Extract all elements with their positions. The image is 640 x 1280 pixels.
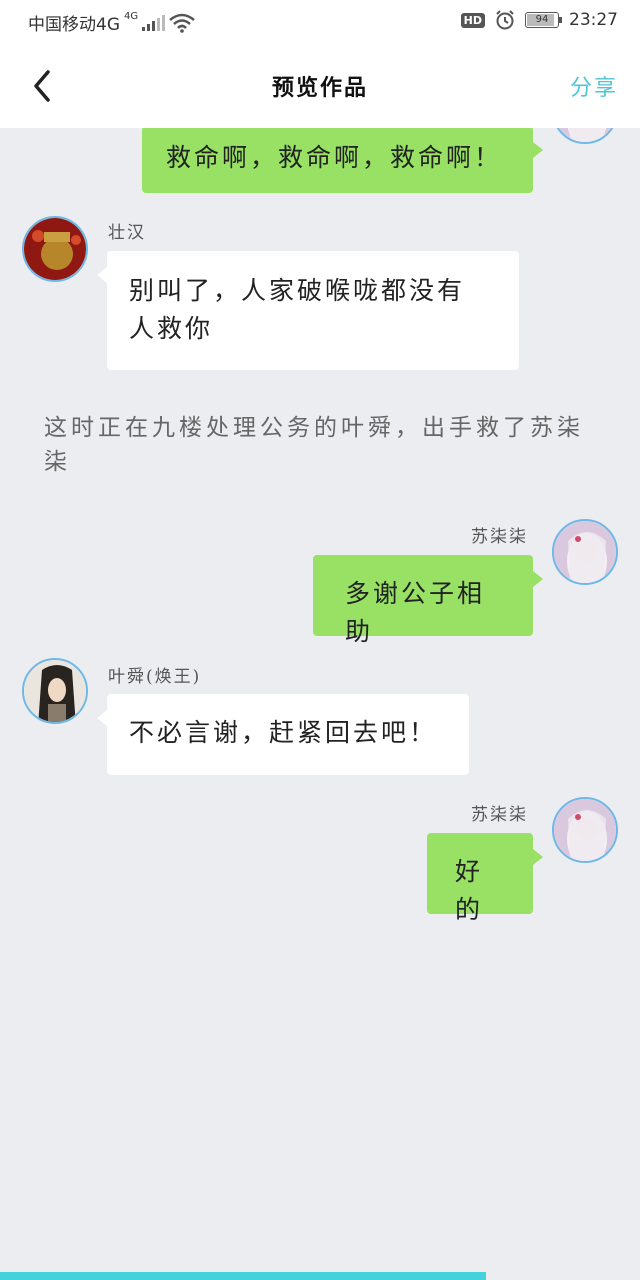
avatar-ye-shun[interactable] — [22, 658, 88, 724]
message-text: 不必言谢，赶紧回去吧！ — [129, 718, 438, 747]
status-bar: 中国移动4G 4G HD 94 23:27 — [0, 0, 640, 44]
playback-progress[interactable] — [0, 1272, 640, 1280]
avatar-su-qiqi[interactable] — [552, 797, 618, 863]
page-title: 预览作品 — [271, 76, 368, 101]
message-text-line: 别叫了，人家破喉咙都没有 — [129, 276, 466, 305]
message-bubble: 多谢公子相助 — [313, 555, 543, 646]
progress-fill — [0, 1272, 487, 1280]
message-text: 多谢公子相助 — [345, 579, 486, 646]
message-text-line: 人救你 — [129, 314, 214, 343]
message-bubble: 不必言谢，赶紧回去吧！ — [97, 694, 469, 775]
status-left: 中国移动4G 4G — [28, 10, 195, 35]
narration-line: 这时正在九楼处理公务的叶舜，出手救了苏柒 — [44, 415, 584, 441]
chat-content[interactable]: 救命啊，救命啊，救命啊！ 壮汉 别叫了，人家破喉咙都没有 人救你 这时正在九楼处… — [0, 128, 640, 1272]
battery-level: 94 — [535, 14, 549, 25]
battery-icon: 94 — [525, 12, 562, 28]
sender-name: 苏柒柒 — [471, 527, 528, 547]
narration-line: 柒 — [44, 449, 71, 475]
avatar-su-qiqi[interactable] — [552, 519, 618, 585]
signal-icon — [142, 14, 166, 31]
narration-text: 这时正在九楼处理公务的叶舜，出手救了苏柒 柒 — [44, 411, 604, 479]
sender-name: 叶舜(焕王) — [108, 667, 202, 687]
carrier-label: 中国移动4G — [28, 15, 120, 35]
share-button[interactable]: 分享 — [570, 70, 618, 102]
message-bubble: 别叫了，人家破喉咙都没有 人救你 — [97, 251, 519, 370]
network-type: 4G — [124, 11, 139, 22]
avatar-su-qiqi[interactable] — [552, 128, 618, 144]
sender-name: 壮汉 — [108, 223, 146, 243]
clock: 23:27 — [569, 10, 618, 30]
avatar-zhuanghan[interactable] — [22, 216, 88, 282]
sender-name: 苏柒柒 — [471, 805, 528, 825]
status-right: HD 94 23:27 — [460, 10, 618, 30]
message-bubble: 好的 — [427, 833, 543, 924]
message-text: 好的 — [455, 857, 484, 924]
hd-badge: HD — [460, 12, 485, 28]
message-text: 救命啊，救命啊，救命啊！ — [166, 143, 503, 172]
wifi-icon — [169, 13, 195, 33]
app-header: 预览作品 分享 — [0, 44, 640, 128]
message-bubble: 救命啊，救命啊，救命啊！ — [142, 128, 543, 193]
alarm-icon — [496, 10, 514, 30]
